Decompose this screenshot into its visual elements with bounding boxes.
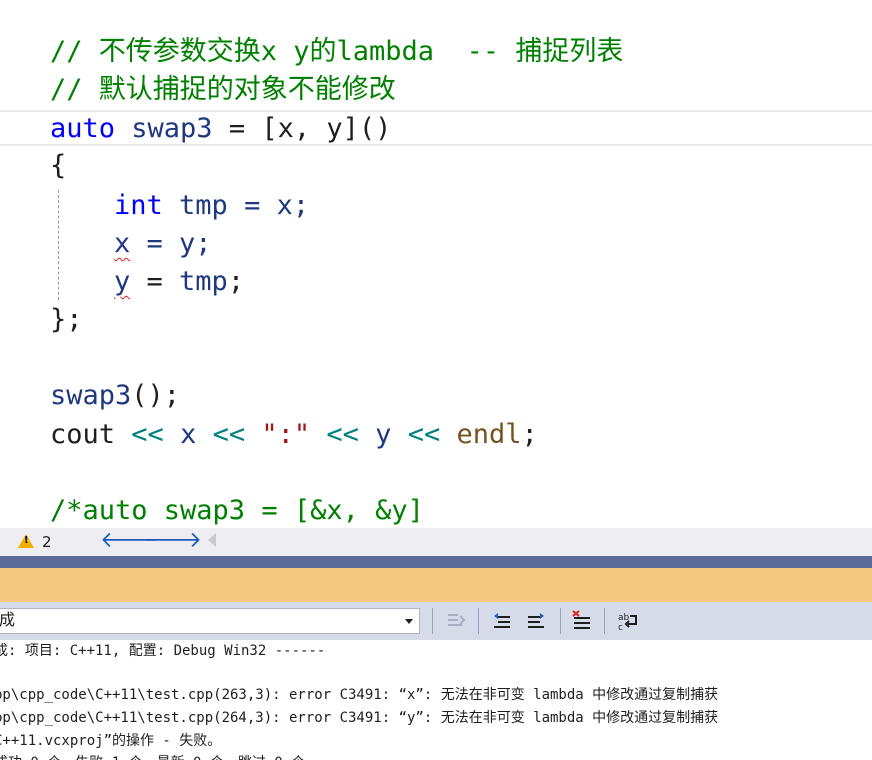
- identifier-swap3: swap3: [115, 113, 213, 144]
- identifier-y: y: [375, 419, 392, 450]
- keyword-int: int: [114, 190, 163, 221]
- string-literal: ":": [261, 419, 311, 450]
- semicolon: ;: [227, 266, 245, 297]
- output-toolbar: 成 ab c: [0, 602, 872, 640]
- error-squiggle-y: y: [114, 266, 131, 297]
- code-line-3: auto swap3 = [x, y](): [50, 111, 391, 147]
- code-line-6: x = y;: [114, 226, 212, 262]
- code-line-5: int tmp = x;: [114, 188, 309, 224]
- editor-status-bar: 2 🡐 🡒: [0, 528, 872, 556]
- code-line-2: // 默认捕捉的对象不能修改: [50, 74, 396, 105]
- operator-shift: <<: [310, 419, 376, 450]
- code-line-8: };: [50, 304, 83, 335]
- scroll-left-icon: [208, 533, 216, 547]
- identifier-endl: endl: [456, 419, 522, 450]
- clear-all-icon: [572, 610, 590, 629]
- warning-icon[interactable]: [18, 534, 34, 548]
- output-window[interactable]: 成: 项目: C++11, 配置: Debug Win32 ------ pp\…: [0, 640, 872, 760]
- code-editor[interactable]: // 不传参数交换x y的lambda -- 捕捉列表 // 默认捕捉的对象不能…: [0, 0, 872, 528]
- code-line-13: /*auto swap3 = [&x, &y]: [50, 495, 424, 526]
- identifier-tmp: tmp: [162, 190, 228, 221]
- svg-text:c: c: [618, 623, 623, 632]
- find-message-in-code-button[interactable]: [444, 610, 468, 632]
- next-message-icon: [528, 613, 544, 628]
- output-panel-header: [0, 568, 872, 602]
- output-error-line[interactable]: pp\cpp_code\C++11\test.cpp(264,3): error…: [0, 707, 718, 729]
- assign-expression: = y;: [130, 228, 212, 259]
- code-line-4: {: [50, 150, 67, 181]
- go-to-line-icon: [448, 614, 466, 626]
- arrow-right-icon[interactable]: 🡒: [143, 529, 202, 553]
- toggle-word-wrap-button[interactable]: ab c: [616, 610, 640, 633]
- output-line: C++11.vcxproj”的操作 - 失败。: [0, 733, 222, 749]
- operator-assign: =: [212, 113, 262, 144]
- code-line-1: // 不传参数交换x y的lambda -- 捕捉列表: [50, 36, 624, 67]
- output-error-line[interactable]: pp\cpp_code\C++11\test.cpp(263,3): error…: [0, 684, 718, 706]
- chevron-down-icon: [405, 619, 413, 624]
- previous-message-icon: [494, 613, 510, 628]
- assign-expression: = x;: [227, 190, 310, 221]
- capture-list: [x, y](): [261, 113, 392, 144]
- warning-count[interactable]: 2: [42, 533, 52, 551]
- output-line: 成功 0 个，失败 1 个，最新 0 个，跳过 0 个: [0, 752, 305, 760]
- output-line: 成: 项目: C++11, 配置: Debug Win32 ------: [0, 643, 326, 659]
- operator-shift: <<: [391, 419, 457, 450]
- previous-message-button[interactable]: [490, 610, 514, 632]
- toolbar-separator: [478, 608, 479, 634]
- toolbar-separator: [432, 608, 433, 634]
- word-wrap-icon: abc: [618, 613, 637, 633]
- output-source-dropdown[interactable]: 成: [0, 608, 420, 634]
- error-squiggle-x: x: [114, 228, 131, 259]
- toolbar-separator: [604, 608, 605, 634]
- identifier-x: x: [180, 419, 197, 450]
- operator-shift: <<: [196, 419, 262, 450]
- operator-shift: <<: [115, 419, 181, 450]
- identifier-cout: cout: [50, 419, 116, 450]
- operator-assign: =: [130, 266, 180, 297]
- output-source-value: 成: [0, 612, 16, 629]
- identifier-swap3: swap3: [50, 380, 132, 411]
- panel-splitter[interactable]: [0, 556, 872, 568]
- call-parens: ();: [131, 380, 181, 411]
- next-message-button[interactable]: [524, 610, 548, 632]
- indent-guide: [58, 190, 59, 300]
- code-line-11: cout << x << ":" << y << endl;: [50, 417, 538, 453]
- toolbar-separator: [560, 608, 561, 634]
- code-line-10: swap3();: [50, 378, 180, 414]
- clear-all-button[interactable]: [570, 610, 594, 632]
- semicolon: ;: [521, 419, 538, 450]
- identifier-tmp: tmp: [179, 266, 228, 297]
- keyword-auto: auto: [50, 113, 116, 144]
- code-line-7: y = tmp;: [114, 264, 244, 300]
